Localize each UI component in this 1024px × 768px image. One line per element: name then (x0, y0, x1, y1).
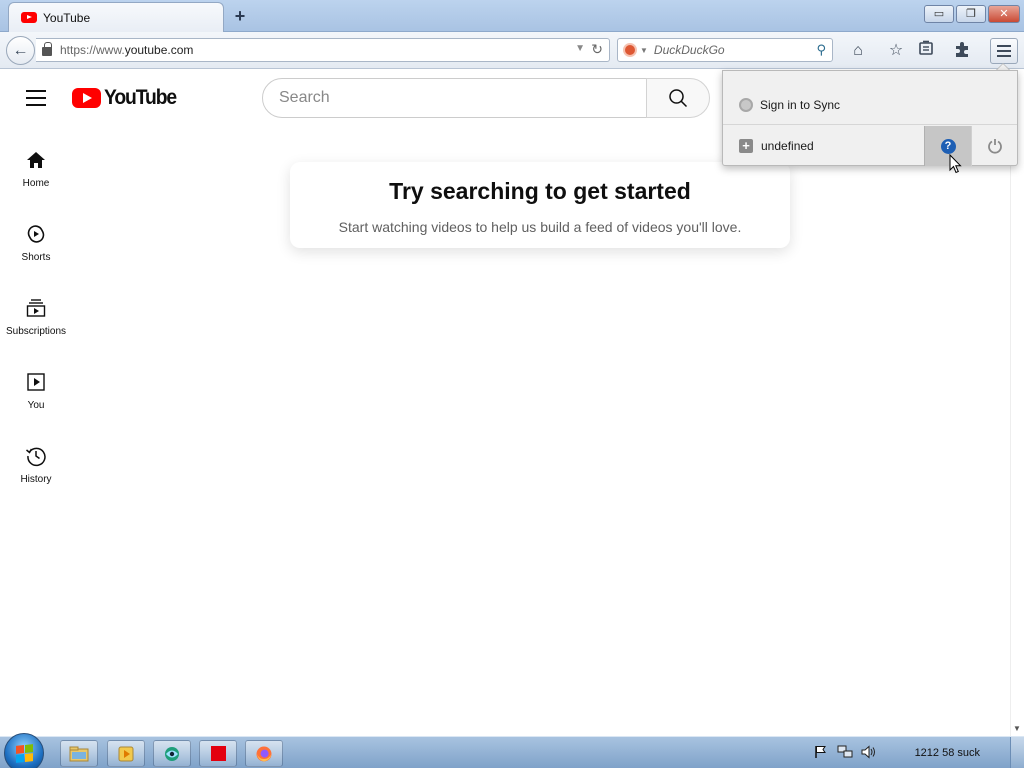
plus-icon: + (739, 139, 753, 153)
window-controls: ▭ ❐ ✕ (924, 5, 1020, 23)
reload-icon[interactable]: ↻ (591, 41, 603, 58)
mouse-cursor-icon (949, 153, 962, 179)
sync-icon (739, 97, 753, 112)
search-engine-bar[interactable]: ▼ DuckDuckGo ⚲ (617, 38, 833, 62)
minimize-button[interactable]: ▭ (924, 5, 954, 23)
guide-menu-icon[interactable] (26, 90, 46, 106)
history-icon (24, 444, 48, 468)
youtube-play-logo-icon (72, 88, 101, 108)
red-square-app-icon (210, 746, 226, 761)
home-icon[interactable]: ⌂ (847, 40, 869, 62)
sidebar-item-label: Subscriptions (5, 326, 67, 337)
sidebar-item-history[interactable]: History (0, 444, 72, 485)
taskbar-red-app[interactable] (199, 740, 237, 767)
youtube-page: YouTube Search Home Shorts Subscriptions… (0, 70, 1010, 736)
addons-icon[interactable] (951, 40, 973, 62)
you-icon (24, 370, 48, 394)
new-tab-button[interactable]: + (230, 6, 250, 26)
menu-icon-bar (997, 50, 1011, 52)
tab-youtube[interactable]: YouTube (8, 2, 224, 32)
browser-menu-panel: Sign in to Sync + undefined ? (722, 70, 1018, 166)
youtube-logo-text: YouTube (104, 86, 177, 109)
back-arrow-icon: ← (12, 41, 29, 59)
quit-button[interactable] (971, 126, 1017, 166)
media-player-icon (118, 746, 134, 761)
url-history-dropdown-icon[interactable]: ▼ (575, 43, 585, 54)
sidebar-item-label: Shorts (21, 252, 51, 263)
sidebar-item-you[interactable]: You (0, 370, 72, 411)
search-icon (669, 89, 688, 108)
action-center-flag-icon[interactable] (813, 745, 829, 761)
youtube-logo[interactable]: YouTube (72, 86, 182, 110)
empty-feed-subtitle: Start watching videos to help us build a… (338, 219, 742, 235)
lock-icon (42, 42, 52, 56)
sync-label: Sign in to Sync (760, 97, 841, 112)
youtube-favicon-icon (21, 12, 37, 23)
empty-feed-title: Try searching to get started (389, 178, 691, 204)
bookmark-star-icon[interactable]: ☆ (885, 40, 907, 62)
navigation-toolbar: ← https://www.youtube.com ▼ ↻ ▼ DuckDuck… (0, 32, 1024, 69)
windows-taskbar: 1212 58 suck (0, 733, 1024, 768)
taskbar-explorer[interactable] (60, 740, 98, 767)
sidebar-item-label: History (20, 474, 52, 485)
tab-title: YouTube (43, 10, 91, 25)
engine-dropdown-icon[interactable]: ▼ (640, 46, 648, 55)
menu-button[interactable] (990, 38, 1018, 64)
sidebar-item-subscriptions[interactable]: Subscriptions (0, 296, 72, 337)
show-desktop-button[interactable] (1010, 737, 1024, 768)
customize-button[interactable]: + undefined (723, 126, 924, 166)
system-tray: 1212 58 suck (813, 737, 1024, 768)
close-button[interactable]: ✕ (988, 5, 1020, 23)
youtube-search-button[interactable] (646, 78, 710, 118)
duckduckgo-icon[interactable] (623, 43, 637, 57)
sidebar-item-home[interactable]: Home (0, 148, 72, 189)
url-bar[interactable]: https://www.youtube.com ▼ ↻ (36, 38, 610, 62)
taskbar-network-app[interactable] (153, 740, 191, 767)
help-icon: ? (940, 138, 956, 154)
explorer-icon (69, 746, 89, 761)
sidebar-item-label: Home (22, 178, 50, 189)
sidebar-item-shorts[interactable]: Shorts (0, 222, 72, 263)
taskbar-media-player[interactable] (107, 740, 145, 767)
shorts-icon (24, 222, 48, 246)
search-engine-name: DuckDuckGo (653, 43, 725, 57)
sidebar-item-label: You (27, 400, 45, 411)
power-icon (987, 139, 1002, 154)
restore-button[interactable]: ❐ (956, 5, 986, 23)
scroll-down-arrow-icon[interactable]: ▼ (1013, 724, 1021, 733)
menu-icon-bar (997, 55, 1011, 57)
taskbar-clock[interactable]: 1212 58 suck (915, 747, 980, 759)
youtube-search-input[interactable]: Search (262, 78, 647, 118)
search-go-icon[interactable]: ⚲ (816, 42, 826, 58)
reading-list-icon[interactable] (915, 40, 937, 62)
browser-titlebar: YouTube + ▭ ❐ ✕ (0, 0, 1024, 32)
menu-icon-bar (997, 45, 1011, 47)
start-button[interactable] (4, 733, 44, 768)
taskbar-firefox[interactable] (245, 740, 283, 767)
back-button[interactable]: ← (6, 36, 35, 65)
sign-in-to-sync-button[interactable]: Sign in to Sync (723, 85, 1017, 125)
network-app-icon (165, 746, 179, 761)
customize-label: undefined (761, 139, 814, 153)
subscriptions-icon (24, 296, 48, 320)
url-text: https://www.youtube.com (60, 43, 194, 57)
empty-feed-card: Try searching to get started Start watch… (290, 162, 790, 248)
home-icon (24, 148, 48, 172)
network-icon[interactable] (837, 745, 853, 761)
windows-logo-icon (15, 743, 33, 763)
help-button[interactable]: ? (924, 126, 971, 166)
firefox-icon (256, 746, 272, 761)
page-scrollbar[interactable] (1010, 70, 1024, 736)
volume-icon[interactable] (861, 745, 877, 761)
